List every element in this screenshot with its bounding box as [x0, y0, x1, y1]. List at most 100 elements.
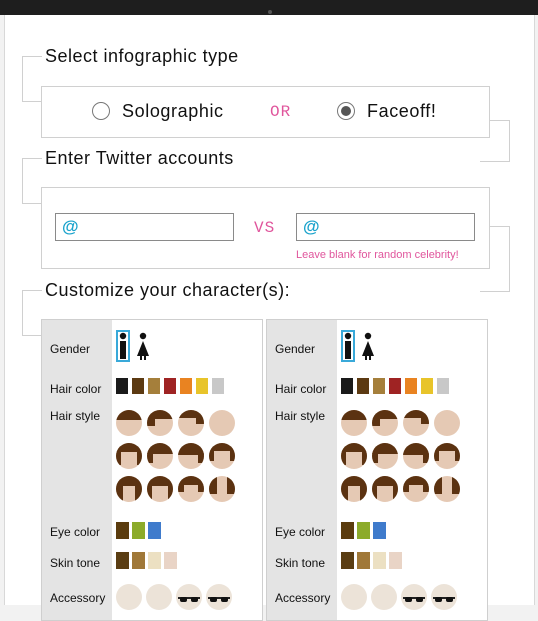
hair-color-swatch[interactable] [437, 378, 449, 394]
vs-label: VS [254, 219, 276, 237]
sunglasses-accessory-icon[interactable] [401, 584, 427, 610]
random-celebrity-hint: Leave blank for random celebrity! [296, 249, 459, 261]
male-icon[interactable] [341, 330, 355, 362]
skin-tone-label: Skin tone [275, 556, 326, 570]
eye-color-swatch[interactable] [341, 522, 354, 539]
hair-shape [372, 443, 378, 463]
or-separator: OR [270, 103, 292, 121]
eye-color-swatch[interactable] [132, 522, 145, 539]
skin-tone-swatch[interactable] [164, 552, 177, 569]
hair-style-option[interactable] [434, 476, 460, 502]
eye-color-label: Eye color [275, 525, 326, 539]
skin-tone-label: Skin tone [50, 556, 101, 570]
hair-style-option[interactable] [178, 410, 204, 436]
skin-tone-swatch[interactable] [389, 552, 402, 569]
hair-style-option[interactable] [403, 443, 429, 469]
eye-color-swatch[interactable] [357, 522, 370, 539]
hair-color-swatch[interactable] [180, 378, 192, 394]
eye-color-swatch[interactable] [373, 522, 386, 539]
hair-style-option[interactable] [372, 476, 398, 502]
skin-tone-swatch[interactable] [148, 552, 161, 569]
hair-style-option[interactable] [372, 443, 398, 469]
label-column [267, 320, 337, 620]
hair-color-swatch[interactable] [196, 378, 208, 394]
accessory-option[interactable] [146, 584, 172, 610]
skin-tone-swatch[interactable] [341, 552, 354, 569]
hair-color-swatch[interactable] [405, 378, 417, 394]
hair-style-option[interactable] [209, 443, 235, 469]
hair-shape [403, 476, 409, 492]
hair-color-label: Hair color [275, 382, 327, 396]
account-1-field[interactable]: @ [55, 213, 234, 241]
skin-tone-swatch[interactable] [132, 552, 145, 569]
hair-shape [209, 443, 214, 461]
hair-style-option[interactable] [178, 476, 204, 502]
accessory-option[interactable] [371, 584, 397, 610]
sunglasses-accessory-icon[interactable] [431, 584, 457, 610]
hair-style-option[interactable] [403, 476, 429, 502]
hair-shape [147, 476, 152, 502]
account-2-field[interactable]: @ [296, 213, 475, 241]
account-2-input[interactable] [321, 216, 475, 240]
customize-heading: Customize your character(s): [42, 280, 294, 301]
hair-style-option[interactable] [403, 410, 429, 436]
hair-color-swatch[interactable] [373, 378, 385, 394]
hair-shape [227, 476, 235, 494]
hair-style-option[interactable] [372, 410, 398, 436]
hair-shape [178, 476, 184, 492]
hair-shape [116, 476, 123, 502]
hair-color-swatch[interactable] [132, 378, 144, 394]
solographic-radio[interactable] [92, 102, 110, 120]
hair-style-option[interactable] [116, 410, 142, 436]
hair-style-option[interactable] [209, 410, 235, 436]
account-1-input[interactable] [80, 216, 234, 240]
hair-shape [198, 443, 204, 463]
at-icon: @ [303, 217, 320, 236]
hair-style-option[interactable] [178, 443, 204, 469]
skin-tone-swatch[interactable] [357, 552, 370, 569]
hair-shape [455, 443, 460, 461]
hair-style-option[interactable] [116, 443, 142, 469]
sunglasses-accessory-icon[interactable] [176, 584, 202, 610]
hair-style-option[interactable] [116, 476, 142, 502]
customizer-character-1: Gender Hair color Hair style Eye color Skin … [41, 319, 263, 621]
top-bar-marker [268, 10, 272, 14]
skin-tone-swatch[interactable] [116, 552, 129, 569]
hair-style-option[interactable] [209, 476, 235, 502]
accessory-option[interactable] [341, 584, 367, 610]
eye-color-swatch[interactable] [116, 522, 129, 539]
hair-color-swatch[interactable] [164, 378, 176, 394]
hair-color-label: Hair color [50, 382, 102, 396]
hair-color-swatch[interactable] [357, 378, 369, 394]
female-icon[interactable] [361, 332, 375, 364]
hair-style-option[interactable] [434, 410, 460, 436]
hair-style-option[interactable] [341, 476, 367, 502]
hair-shape [360, 476, 367, 502]
eye-color-swatch[interactable] [148, 522, 161, 539]
hair-style-option[interactable] [434, 443, 460, 469]
hair-color-swatch[interactable] [421, 378, 433, 394]
hair-color-swatch[interactable] [341, 378, 353, 394]
hair-color-swatch[interactable] [389, 378, 401, 394]
accessory-option[interactable] [116, 584, 142, 610]
top-bar [0, 0, 538, 15]
hair-shape [137, 443, 142, 465]
faceoff-radio[interactable] [337, 102, 355, 120]
faceoff-label[interactable]: Faceoff! [367, 101, 437, 122]
hair-color-swatch[interactable] [148, 378, 160, 394]
hair-style-option[interactable] [147, 443, 173, 469]
skin-tone-swatch[interactable] [373, 552, 386, 569]
hair-color-swatch[interactable] [116, 378, 128, 394]
solographic-label[interactable]: Solographic [122, 101, 224, 122]
hair-shape [147, 443, 153, 463]
hair-style-option[interactable] [147, 476, 173, 502]
hair-style-option[interactable] [341, 410, 367, 436]
hair-shape [135, 476, 142, 502]
hair-shape [452, 476, 460, 494]
female-icon[interactable] [136, 332, 150, 364]
hair-style-option[interactable] [147, 410, 173, 436]
hair-style-option[interactable] [341, 443, 367, 469]
male-icon[interactable] [116, 330, 130, 362]
hair-color-swatch[interactable] [212, 378, 224, 394]
sunglasses-accessory-icon[interactable] [206, 584, 232, 610]
